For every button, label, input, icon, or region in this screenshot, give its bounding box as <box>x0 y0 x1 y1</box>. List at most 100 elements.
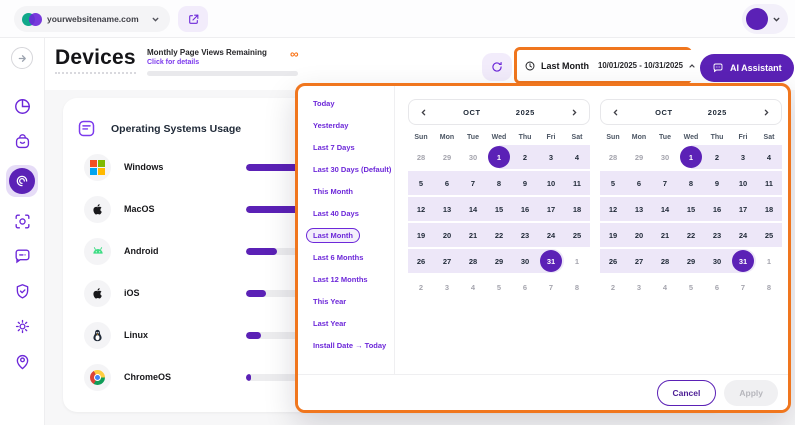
website-selector[interactable]: yourwebsitename.com <box>14 6 170 32</box>
day-cell-26[interactable]: 26 <box>408 249 434 273</box>
day-cell-12[interactable]: 12 <box>408 197 434 221</box>
preset-last-30-days-default-[interactable]: Last 30 Days (Default) <box>306 162 398 177</box>
day-cell-28-prev[interactable]: 28 <box>408 145 434 169</box>
day-cell-5[interactable]: 5 <box>600 171 626 195</box>
apply-button[interactable]: Apply <box>724 380 778 406</box>
day-cell-14[interactable]: 14 <box>460 197 486 221</box>
day-cell-28[interactable]: 28 <box>460 249 486 273</box>
day-cell-22[interactable]: 22 <box>678 223 704 247</box>
day-cell-11[interactable]: 11 <box>564 171 590 195</box>
day-cell-25[interactable]: 25 <box>756 223 782 247</box>
day-cell-30[interactable]: 30 <box>512 249 538 273</box>
day-cell-11[interactable]: 11 <box>756 171 782 195</box>
day-cell-29[interactable]: 29 <box>486 249 512 273</box>
day-cell-4[interactable]: 4 <box>756 145 782 169</box>
day-cell-25[interactable]: 25 <box>564 223 590 247</box>
day-cell-7-next[interactable]: 7 <box>730 275 756 299</box>
day-cell-6-next[interactable]: 6 <box>512 275 538 299</box>
day-cell-29[interactable]: 29 <box>678 249 704 273</box>
day-cell-29-prev[interactable]: 29 <box>434 145 460 169</box>
day-cell-1[interactable]: 1 <box>678 145 704 169</box>
day-cell-16[interactable]: 16 <box>512 197 538 221</box>
day-cell-5-next[interactable]: 5 <box>486 275 512 299</box>
open-website-button[interactable] <box>178 6 208 32</box>
preset-last-7-days[interactable]: Last 7 Days <box>306 140 362 155</box>
day-cell-10[interactable]: 10 <box>538 171 564 195</box>
day-cell-10[interactable]: 10 <box>730 171 756 195</box>
sidebar-item-analytics[interactable] <box>11 95 33 117</box>
day-cell-6[interactable]: 6 <box>434 171 460 195</box>
sidebar-item-settings[interactable] <box>11 315 33 337</box>
day-cell-20[interactable]: 20 <box>626 223 652 247</box>
day-cell-13[interactable]: 13 <box>626 197 652 221</box>
prev-month-button[interactable] <box>611 108 620 117</box>
cancel-button[interactable]: Cancel <box>657 380 717 406</box>
day-cell-15[interactable]: 15 <box>678 197 704 221</box>
prev-month-button[interactable] <box>419 108 428 117</box>
day-cell-14[interactable]: 14 <box>652 197 678 221</box>
day-cell-4-next[interactable]: 4 <box>460 275 486 299</box>
day-cell-8-next[interactable]: 8 <box>756 275 782 299</box>
day-cell-7[interactable]: 7 <box>652 171 678 195</box>
day-cell-30-prev[interactable]: 30 <box>652 145 678 169</box>
sidebar-item-tracking[interactable] <box>11 210 33 232</box>
day-cell-18[interactable]: 18 <box>564 197 590 221</box>
day-cell-24[interactable]: 24 <box>538 223 564 247</box>
day-cell-5[interactable]: 5 <box>408 171 434 195</box>
next-month-button[interactable] <box>570 108 579 117</box>
preset-this-year[interactable]: This Year <box>306 294 353 309</box>
day-cell-12[interactable]: 12 <box>600 197 626 221</box>
day-cell-29-prev[interactable]: 29 <box>626 145 652 169</box>
sidebar-item-products[interactable] <box>11 130 33 152</box>
day-cell-6-next[interactable]: 6 <box>704 275 730 299</box>
preset-today[interactable]: Today <box>306 96 342 111</box>
day-cell-1-next[interactable]: 1 <box>756 249 782 273</box>
day-cell-3-next[interactable]: 3 <box>626 275 652 299</box>
sidebar-item-privacy[interactable] <box>11 280 33 302</box>
day-cell-27[interactable]: 27 <box>434 249 460 273</box>
day-cell-31[interactable]: 31 <box>538 249 564 273</box>
preset-this-month[interactable]: This Month <box>306 184 360 199</box>
day-cell-23[interactable]: 23 <box>512 223 538 247</box>
day-cell-1-next[interactable]: 1 <box>564 249 590 273</box>
sidebar-item-account[interactable] <box>11 350 33 372</box>
day-cell-27[interactable]: 27 <box>626 249 652 273</box>
day-cell-28-prev[interactable]: 28 <box>600 145 626 169</box>
day-cell-19[interactable]: 19 <box>408 223 434 247</box>
day-cell-31[interactable]: 31 <box>730 249 756 273</box>
preset-install-date-today[interactable]: Install Date → Today <box>306 338 393 353</box>
day-cell-26[interactable]: 26 <box>600 249 626 273</box>
day-cell-2[interactable]: 2 <box>512 145 538 169</box>
next-month-button[interactable] <box>762 108 771 117</box>
day-cell-1[interactable]: 1 <box>486 145 512 169</box>
day-cell-7-next[interactable]: 7 <box>538 275 564 299</box>
day-cell-2[interactable]: 2 <box>704 145 730 169</box>
day-cell-21[interactable]: 21 <box>652 223 678 247</box>
day-cell-20[interactable]: 20 <box>434 223 460 247</box>
day-cell-22[interactable]: 22 <box>486 223 512 247</box>
day-cell-8-next[interactable]: 8 <box>564 275 590 299</box>
day-cell-3[interactable]: 3 <box>730 145 756 169</box>
preset-yesterday[interactable]: Yesterday <box>306 118 355 133</box>
day-cell-6[interactable]: 6 <box>626 171 652 195</box>
ai-assistant-button[interactable]: AI Assistant <box>700 54 794 82</box>
day-cell-7[interactable]: 7 <box>460 171 486 195</box>
preset-last-month[interactable]: Last Month <box>306 228 360 243</box>
day-cell-17[interactable]: 17 <box>730 197 756 221</box>
day-cell-23[interactable]: 23 <box>704 223 730 247</box>
day-cell-3-next[interactable]: 3 <box>434 275 460 299</box>
day-cell-9[interactable]: 9 <box>704 171 730 195</box>
day-cell-30[interactable]: 30 <box>704 249 730 273</box>
day-cell-19[interactable]: 19 <box>600 223 626 247</box>
day-cell-3[interactable]: 3 <box>538 145 564 169</box>
day-cell-4-next[interactable]: 4 <box>652 275 678 299</box>
day-cell-8[interactable]: 8 <box>678 171 704 195</box>
account-menu[interactable] <box>742 4 788 34</box>
day-cell-28[interactable]: 28 <box>652 249 678 273</box>
day-cell-13[interactable]: 13 <box>434 197 460 221</box>
preset-last-6-months[interactable]: Last 6 Months <box>306 250 370 265</box>
day-cell-18[interactable]: 18 <box>756 197 782 221</box>
sidebar-item-devices[interactable] <box>6 165 38 197</box>
sidebar-expand-button[interactable] <box>11 47 33 69</box>
day-cell-8[interactable]: 8 <box>486 171 512 195</box>
